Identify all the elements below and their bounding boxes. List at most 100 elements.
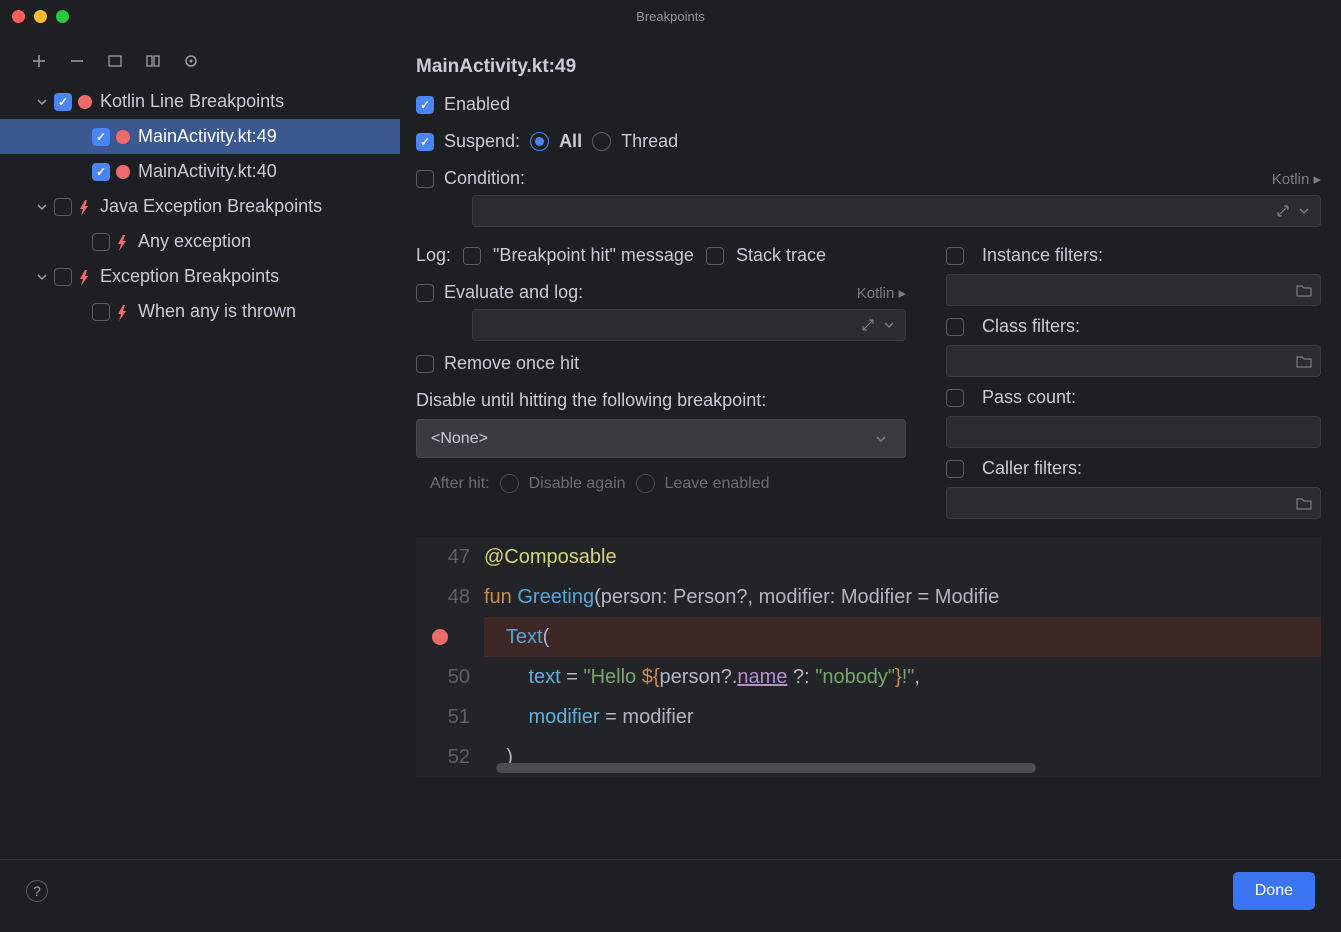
instance-filters-checkbox[interactable]	[946, 247, 964, 265]
titlebar: Breakpoints	[0, 0, 1341, 34]
list-toolbar	[0, 46, 400, 84]
expand-icon[interactable]	[1276, 204, 1290, 218]
tree-item-label: MainActivity.kt:40	[138, 161, 277, 182]
code-preview: 47@Composable 48fun Greeting(person: Per…	[416, 537, 1321, 777]
pass-count-input[interactable]	[946, 416, 1321, 448]
help-button[interactable]: ?	[26, 880, 48, 902]
tree-item-mainactivity-49[interactable]: ✓ MainActivity.kt:49	[0, 119, 400, 154]
instance-filters-label: Instance filters:	[982, 245, 1103, 266]
close-window-button[interactable]	[12, 10, 25, 23]
disable-until-label: Disable until hitting the following brea…	[416, 390, 906, 411]
log-label: Log:	[416, 245, 451, 266]
leave-enabled-label: Leave enabled	[665, 475, 770, 493]
tree-group-label: Java Exception Breakpoints	[100, 196, 322, 217]
chevron-down-icon	[36, 201, 48, 213]
disable-until-select[interactable]: <None>	[416, 419, 906, 458]
exception-bolt-icon	[116, 235, 130, 249]
checkbox-unchecked[interactable]	[92, 233, 110, 251]
tree-group-java-exception[interactable]: Java Exception Breakpoints	[0, 189, 400, 224]
eval-log-input[interactable]	[472, 309, 906, 341]
chevron-down-icon	[36, 271, 48, 283]
caller-filters-input[interactable]	[946, 487, 1321, 519]
remove-once-checkbox[interactable]	[416, 355, 434, 373]
pass-count-checkbox[interactable]	[946, 389, 964, 407]
checkbox-unchecked[interactable]	[92, 303, 110, 321]
chevron-down-icon	[36, 96, 48, 108]
condition-input[interactable]	[472, 195, 1321, 227]
suspend-checkbox[interactable]: ✓	[416, 133, 434, 151]
group-by-package-icon[interactable]	[106, 52, 124, 70]
eval-log-checkbox[interactable]	[416, 284, 434, 302]
folder-icon[interactable]	[1296, 353, 1312, 369]
horizontal-scrollbar[interactable]	[496, 763, 1036, 773]
checkbox-checked[interactable]: ✓	[54, 93, 72, 111]
chevron-down-icon	[875, 433, 887, 445]
add-icon[interactable]	[30, 52, 48, 70]
suspend-thread-radio[interactable]	[592, 132, 611, 151]
zoom-window-button[interactable]	[56, 10, 69, 23]
view-breakpoints-icon[interactable]	[182, 52, 200, 70]
breakpoint-dot-icon	[116, 165, 130, 179]
after-hit-label: After hit:	[430, 475, 490, 493]
window-title: Breakpoints	[636, 9, 705, 24]
breakpoint-dot-icon	[78, 95, 92, 109]
done-button[interactable]: Done	[1233, 872, 1315, 910]
checkbox-checked[interactable]: ✓	[92, 163, 110, 181]
exception-bolt-icon	[78, 270, 92, 284]
tree-item-label: Any exception	[138, 231, 251, 252]
tree-item-label: MainActivity.kt:49	[138, 126, 277, 147]
checkbox-unchecked[interactable]	[54, 268, 72, 286]
line-number: 50	[416, 657, 484, 697]
folder-icon[interactable]	[1296, 495, 1312, 511]
tree-group-kotlin-line[interactable]: ✓ Kotlin Line Breakpoints	[0, 84, 400, 119]
caller-filters-label: Caller filters:	[982, 458, 1082, 479]
chevron-down-icon[interactable]	[883, 319, 895, 331]
stack-trace-label: Stack trace	[736, 245, 826, 266]
remove-icon[interactable]	[68, 52, 86, 70]
exception-bolt-icon	[116, 305, 130, 319]
condition-language[interactable]: Kotlin ▸	[1272, 170, 1321, 188]
line-number: 47	[416, 537, 484, 577]
remove-once-label: Remove once hit	[444, 353, 579, 374]
folder-icon[interactable]	[1296, 282, 1312, 298]
chevron-down-icon[interactable]	[1298, 205, 1310, 217]
class-filters-input[interactable]	[946, 345, 1321, 377]
group-by-file-icon[interactable]	[144, 52, 162, 70]
class-filters-checkbox[interactable]	[946, 318, 964, 336]
log-bp-hit-label: "Breakpoint hit" message	[493, 245, 694, 266]
disable-again-label: Disable again	[529, 475, 626, 493]
traffic-lights	[12, 10, 69, 23]
suspend-all-label: All	[559, 131, 582, 152]
breakpoint-list-panel: ✓ Kotlin Line Breakpoints ✓ MainActivity…	[0, 34, 400, 859]
line-number: 51	[416, 697, 484, 737]
minimize-window-button[interactable]	[34, 10, 47, 23]
disable-again-radio	[500, 474, 519, 493]
enabled-label: Enabled	[444, 94, 510, 115]
condition-checkbox[interactable]	[416, 170, 434, 188]
caller-filters-checkbox[interactable]	[946, 460, 964, 478]
checkbox-checked[interactable]: ✓	[92, 128, 110, 146]
suspend-label: Suspend:	[444, 131, 520, 152]
eval-log-language[interactable]: Kotlin ▸	[857, 284, 906, 302]
breakpoint-gutter[interactable]	[416, 617, 484, 657]
leave-enabled-radio	[636, 474, 655, 493]
tree-item-when-thrown[interactable]: When any is thrown	[0, 294, 400, 329]
tree-item-any-exception[interactable]: Any exception	[0, 224, 400, 259]
breakpoint-dot-icon	[116, 130, 130, 144]
tree-item-label: When any is thrown	[138, 301, 296, 322]
tree-item-mainactivity-40[interactable]: ✓ MainActivity.kt:40	[0, 154, 400, 189]
instance-filters-input[interactable]	[946, 274, 1321, 306]
breakpoint-tree: ✓ Kotlin Line Breakpoints ✓ MainActivity…	[0, 84, 400, 329]
enabled-checkbox[interactable]: ✓	[416, 96, 434, 114]
condition-label: Condition:	[444, 168, 525, 189]
stack-trace-checkbox[interactable]	[706, 247, 724, 265]
tree-group-exception[interactable]: Exception Breakpoints	[0, 259, 400, 294]
expand-icon[interactable]	[861, 318, 875, 332]
tree-group-label: Kotlin Line Breakpoints	[100, 91, 284, 112]
suspend-all-radio[interactable]	[530, 132, 549, 151]
log-bp-hit-checkbox[interactable]	[463, 247, 481, 265]
line-number: 52	[416, 737, 484, 777]
detail-panel: MainActivity.kt:49 ✓ Enabled ✓ Suspend: …	[400, 34, 1341, 859]
checkbox-unchecked[interactable]	[54, 198, 72, 216]
select-value: <None>	[431, 430, 488, 448]
